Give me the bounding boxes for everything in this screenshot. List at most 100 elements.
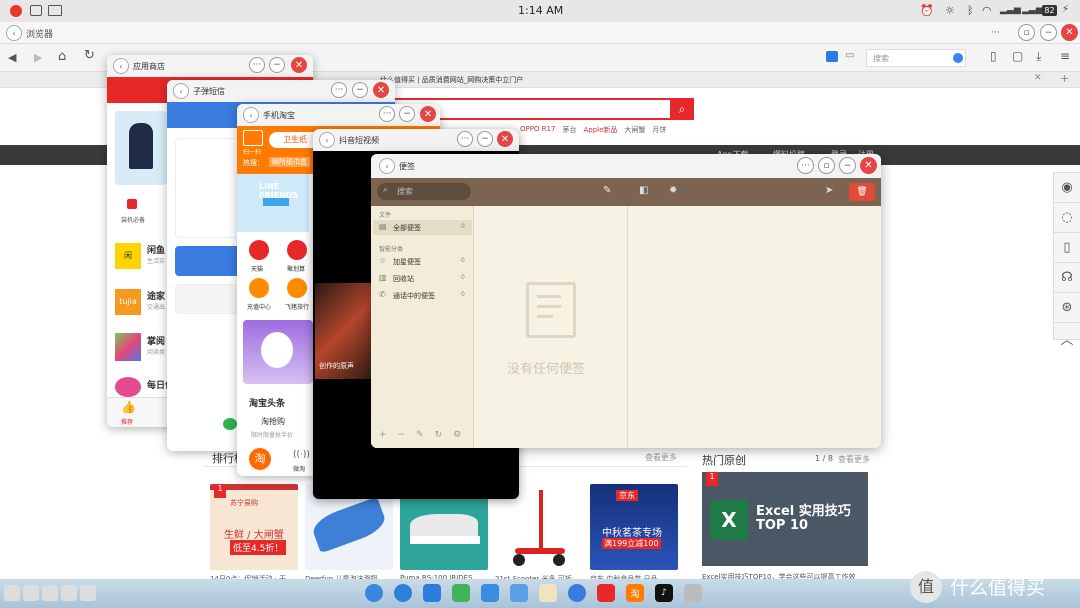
notes-more-icon[interactable]: ··· [797, 157, 814, 174]
nav-back-icon[interactable]: ◀ [8, 51, 16, 64]
appstore-more-icon[interactable]: ··· [249, 57, 265, 73]
sms-back-icon[interactable]: ‹ [173, 83, 189, 99]
home-icon[interactable]: ⌂ [58, 49, 66, 64]
phone-dock-icon[interactable] [452, 584, 470, 602]
hot-word[interactable]: 月饼 [652, 125, 666, 135]
browser-close-button[interactable]: ✕ [1061, 24, 1078, 41]
appstore-back-icon[interactable]: ‹ [113, 58, 129, 74]
meiriyouxian-icon[interactable] [115, 377, 141, 397]
recharge-icon[interactable] [249, 278, 269, 298]
category-icon[interactable] [127, 199, 137, 209]
gallery-dock-icon[interactable] [510, 584, 528, 602]
taobao-more-icon[interactable]: ··· [379, 106, 395, 122]
zhangyue-icon[interactable] [115, 333, 141, 361]
browser-restore-icon[interactable]: ▫ [1018, 24, 1035, 41]
appstore-minimize-icon[interactable]: − [269, 57, 285, 73]
reader-icon[interactable] [826, 51, 838, 62]
fliggy-icon[interactable] [287, 278, 307, 298]
browser-back-icon[interactable]: ‹ [6, 25, 22, 41]
trash-item[interactable]: ▥ 回收站 0 [373, 271, 472, 286]
appstore2-dock-icon[interactable] [597, 584, 615, 602]
screenshot-icon[interactable] [30, 5, 42, 16]
address-search-box[interactable]: 搜索 [866, 49, 966, 67]
douyin-back-icon[interactable]: ‹ [319, 132, 335, 148]
tab-close-icon[interactable]: ✕ [1034, 73, 1042, 83]
delete-icon[interactable]: 🗑 [849, 183, 875, 201]
phone-icon[interactable]: ▯ [1054, 233, 1080, 263]
hot-word[interactable]: OPPO R17 [520, 125, 555, 135]
monitor-icon[interactable] [48, 5, 62, 16]
new-note-icon[interactable]: ✎ [603, 185, 611, 196]
layout-icon[interactable]: ◧ [639, 185, 648, 196]
hot-word[interactable]: 大闸蟹 [624, 125, 645, 135]
multiwindow-icon[interactable] [61, 585, 77, 601]
add-folder-icon[interactable]: + [379, 430, 387, 440]
settings-toggle-icon[interactable] [80, 585, 96, 601]
nav-forward-icon[interactable]: ▶ [34, 51, 42, 64]
notes-restore-icon[interactable]: ▫ [818, 157, 835, 174]
hot-word[interactable]: Apple新品 [583, 125, 617, 135]
desktop-switch-icon[interactable] [4, 585, 20, 601]
remove-folder-icon[interactable]: − [398, 430, 406, 440]
flash-title[interactable]: 淘抢购 [261, 416, 285, 427]
hot-see-more[interactable]: 查看更多 [838, 454, 870, 465]
scan-icon[interactable] [243, 130, 263, 146]
article-card[interactable]: 1 X Excel 实用技巧 TOP 10 [702, 472, 868, 566]
files-icon[interactable] [42, 585, 58, 601]
taobao-minimize-icon[interactable]: − [399, 106, 415, 122]
voice-icon[interactable] [953, 53, 963, 63]
sms-minimize-icon[interactable]: − [352, 82, 368, 98]
taobao-dock-icon[interactable]: 淘 [626, 584, 644, 602]
notification-icon[interactable] [10, 5, 22, 17]
refresh-icon[interactable]: ↻ [84, 48, 95, 63]
feedback-icon[interactable]: ⊛ [1054, 293, 1080, 323]
bookmark-icon[interactable]: ▯ [990, 49, 997, 63]
browser-dock-icon[interactable] [365, 584, 383, 602]
wechat-icon[interactable]: ◌ [1054, 203, 1080, 233]
juhuasuan-icon[interactable] [287, 240, 307, 260]
tujia-icon[interactable]: tujia [115, 289, 141, 315]
notes-search-input[interactable]: ⌕ 搜索 [377, 183, 471, 200]
back-to-top-icon[interactable]: ︿ [1054, 323, 1080, 353]
douyin-close-button[interactable]: ✕ [497, 131, 513, 147]
search-icon[interactable] [23, 585, 39, 601]
menu-icon[interactable]: ≡ [1060, 49, 1070, 63]
notes-back-icon[interactable]: ‹ [379, 158, 395, 174]
sms-dock-icon[interactable] [568, 584, 586, 602]
thumb-icon[interactable]: 👍 [121, 400, 136, 414]
call-notes-item[interactable]: ✆ 通话中的便签 0 [373, 288, 472, 303]
appstore-banner[interactable] [115, 111, 167, 185]
taobao-banner[interactable]: LINE FRIENDS [237, 174, 309, 232]
tab-recommend[interactable]: 推荐 [121, 417, 133, 426]
site-search-icon[interactable]: ⌕ [670, 98, 694, 120]
all-notes-item[interactable]: ▤ 全部便签 0 [373, 220, 472, 235]
taobao-home-icon[interactable]: 淘 [249, 448, 271, 470]
notes-dock-icon[interactable] [539, 584, 557, 602]
xianyu-icon[interactable]: 闲 [115, 243, 141, 269]
taobao-back-icon[interactable]: ‹ [243, 107, 259, 123]
douyin-more-icon[interactable]: ··· [457, 131, 473, 147]
appstore-close-button[interactable]: ✕ [291, 57, 307, 73]
hot-word[interactable]: 茅台 [562, 125, 576, 135]
sms-more-icon[interactable]: ··· [331, 82, 347, 98]
notes-minimize-icon[interactable]: − [839, 157, 856, 174]
browser-more-icon[interactable]: ··· [987, 24, 1004, 41]
douyin-dock-icon[interactable]: ♪ [655, 584, 673, 602]
sms-secondary-button[interactable] [175, 284, 241, 314]
sms-primary-button[interactable] [175, 246, 241, 276]
live-icon[interactable]: ((·)) [293, 450, 310, 460]
notes-close-button[interactable]: ✕ [860, 157, 877, 174]
product-card[interactable]: 1 苏宁易购 生鲜 / 大闸蟹 低至4.5折！ [210, 484, 298, 570]
palette-icon[interactable]: ✹ [669, 185, 677, 196]
files-dock-icon[interactable] [394, 584, 412, 602]
desktop-icon[interactable]: ▭ [845, 50, 854, 61]
send-icon[interactable]: ➤ [825, 185, 833, 196]
settings-icon[interactable]: ⚙ [453, 430, 461, 440]
tmall-icon[interactable] [249, 240, 269, 260]
rank-see-more[interactable]: 查看更多 [645, 452, 677, 463]
douyin-minimize-icon[interactable]: − [477, 131, 493, 147]
wechat-login-icon[interactable] [223, 418, 237, 430]
sync-icon[interactable]: ↻ [435, 430, 443, 440]
sms-close-button[interactable]: ✕ [373, 82, 389, 98]
edit-folder-icon[interactable]: ✎ [416, 430, 424, 440]
